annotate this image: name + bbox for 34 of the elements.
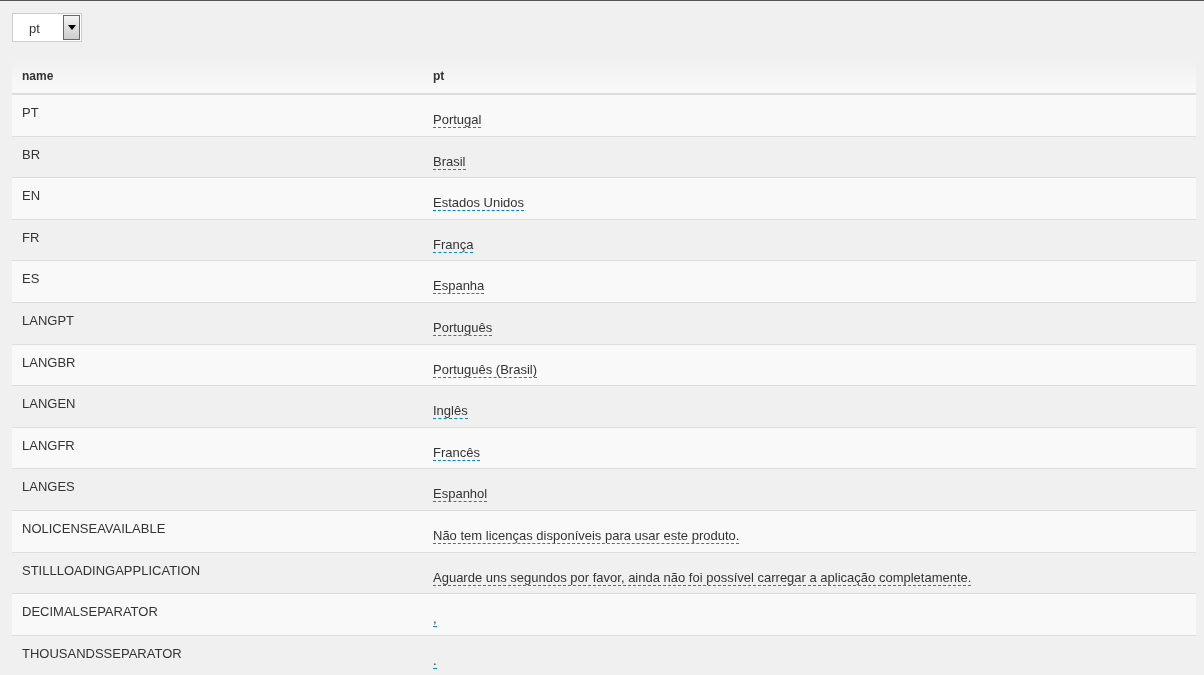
editable-value-link[interactable]: Espanhol xyxy=(433,486,488,503)
table-cell: NOLICENSEAVAILABLE xyxy=(22,520,166,536)
editable-value-link[interactable]: Inglês xyxy=(433,403,468,420)
editable-value-link[interactable]: Não tem licenças disponíveis para usar este produto. xyxy=(433,527,740,544)
table-cell: LANGPT xyxy=(22,312,74,328)
table-cell: DECIMALSEPARATOR xyxy=(22,604,158,620)
editable-value-link[interactable]: Espanha xyxy=(433,278,485,295)
editable-value-link[interactable]: Estados Unidos xyxy=(433,195,525,212)
table-cell: EN xyxy=(22,188,41,204)
select-value: pt xyxy=(28,20,41,38)
language-select[interactable]: pt xyxy=(12,13,82,42)
editable-value-link[interactable]: Português (Brasil) xyxy=(433,361,538,378)
table-cell: BR xyxy=(22,146,41,162)
table-cell: PT xyxy=(22,105,39,120)
table-cell: LANGEN xyxy=(22,396,76,412)
table-cell: LANGFR xyxy=(22,437,75,453)
table-cell: STILLLOADINGAPPLICATION xyxy=(22,562,201,578)
column-header: name xyxy=(21,68,55,85)
editable-value-link[interactable]: . xyxy=(433,652,437,669)
editable-value-link[interactable]: Brasil xyxy=(433,153,466,170)
editable-value-link[interactable]: Francês xyxy=(433,444,480,461)
caret-icon xyxy=(67,25,76,30)
editable-value-link[interactable]: Aguarde uns segundos por favor, ainda não foi possível carregar a aplicação completamente. xyxy=(433,569,972,586)
table-cell: THOUSANDSSEPARATOR xyxy=(22,645,182,661)
table-cell: LANGBR xyxy=(22,354,76,370)
dropdown-button[interactable] xyxy=(63,15,80,40)
table-cell: ES xyxy=(22,271,40,287)
editable-value-link[interactable]: França xyxy=(433,236,474,253)
editable-value-link[interactable]: Português xyxy=(433,319,493,336)
editable-value-link[interactable]: Portugal xyxy=(433,112,482,128)
table-cell: LANGES xyxy=(22,479,75,495)
table-cell: FR xyxy=(22,229,40,245)
column-header: pt xyxy=(432,68,446,85)
editable-value-link[interactable]: , xyxy=(433,611,437,628)
